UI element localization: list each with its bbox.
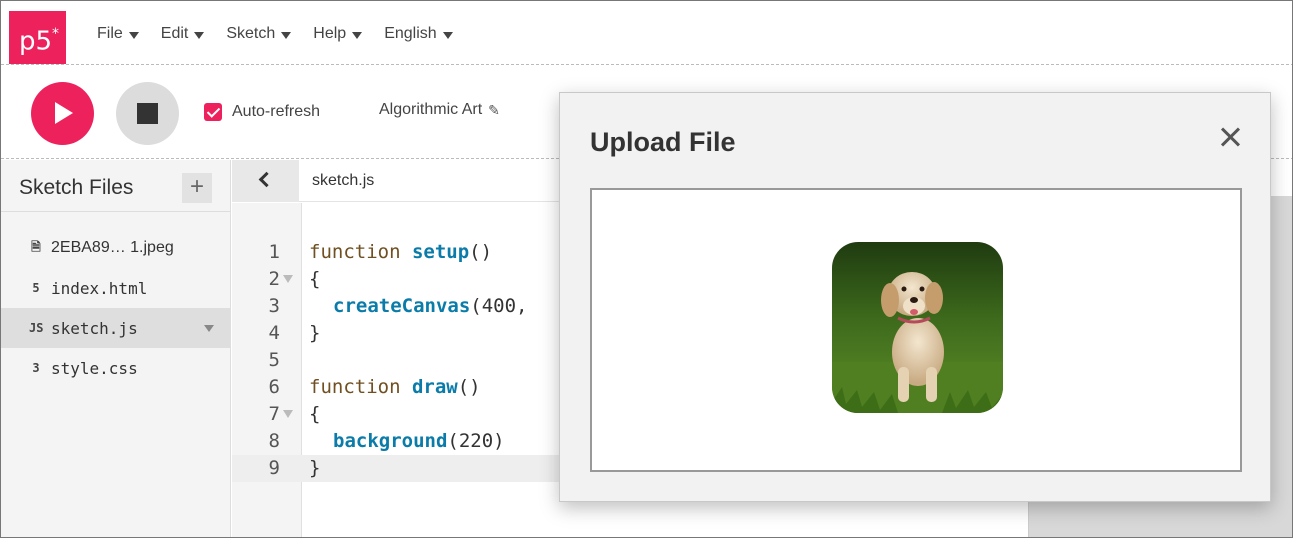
add-file-button[interactable]: + [182, 173, 212, 203]
line-number: 7 [268, 403, 280, 425]
function-name: setup [411, 241, 470, 263]
file-icon: 🗎 [31, 239, 41, 254]
pencil-icon[interactable]: ✎ [488, 102, 500, 119]
play-button[interactable] [31, 82, 94, 145]
code-rest: (400, [470, 295, 528, 317]
code-rest: () [469, 241, 493, 263]
menu-language-label: English [384, 25, 437, 42]
caret-down-icon [194, 31, 205, 39]
sidebar-title: Sketch Files [19, 176, 134, 199]
line-number: 5 [268, 349, 280, 371]
function-name: background [333, 430, 448, 452]
code-line: 3 createCanvas(400, [232, 293, 562, 320]
js-icon: JS [29, 321, 44, 335]
line-number: 4 [268, 322, 280, 344]
app-window: p5* File Edit Sketch Help English Auto-r… [0, 0, 1293, 538]
file-item-index-html[interactable]: 5 index.html [1, 268, 231, 308]
code-line: 6 function draw() [232, 374, 562, 401]
code-text: } [309, 457, 321, 479]
caret-down-icon [281, 31, 292, 39]
code-text: { [309, 268, 321, 290]
keyword: function [309, 241, 412, 263]
file-list: 🗎 2EBA89… 1.jpeg 5 index.html JS sketch.… [1, 228, 231, 388]
uploaded-image-thumbnail [832, 242, 1003, 413]
line-number: 8 [268, 430, 280, 452]
line-number: 9 [268, 457, 280, 479]
code-line: 8 background(220) [232, 428, 562, 455]
line-number: 2 [268, 268, 280, 290]
menu-file-label: File [97, 25, 123, 42]
play-icon [55, 102, 73, 124]
p5-logo[interactable]: p5* [9, 11, 66, 64]
logo-asterisk: * [52, 26, 60, 42]
file-name: 2EBA89… 1.jpeg [51, 239, 174, 256]
function-name: createCanvas [333, 295, 471, 317]
code-line-active: 9 } [232, 455, 562, 482]
file-name: style.css [51, 358, 138, 378]
sketch-files-sidebar: Sketch Files + 🗎 2EBA89… 1.jpeg 5 index.… [1, 160, 231, 537]
chevron-left-icon [258, 171, 275, 188]
caret-down-icon [442, 31, 453, 39]
code-text: function setup() [309, 239, 492, 266]
sidebar-header: Sketch Files + [1, 160, 231, 212]
stop-icon [137, 103, 158, 124]
line-number: 3 [268, 295, 280, 317]
function-name: draw [411, 376, 458, 398]
html-icon: 5 [32, 281, 40, 295]
code-line: 7 { [232, 401, 562, 428]
sketch-name-label: Algorithmic Art [379, 101, 483, 118]
auto-refresh-checkbox[interactable] [204, 103, 222, 121]
file-name: index.html [51, 278, 148, 298]
top-nav: p5* File Edit Sketch Help English [1, 1, 1292, 65]
dog-photo [832, 242, 1003, 413]
auto-refresh-toggle[interactable]: Auto-refresh [204, 103, 320, 121]
menu-sketch-label: Sketch [226, 25, 276, 42]
menu-help-label: Help [313, 25, 347, 42]
code-rest: () [457, 376, 481, 398]
code-rest: (220) [447, 430, 505, 452]
fold-arrow-icon[interactable] [283, 275, 293, 283]
code-text: } [309, 322, 321, 344]
menu-sketch[interactable]: Sketch [226, 25, 292, 43]
css-icon: 3 [32, 361, 40, 375]
code-line: 5 [232, 347, 562, 374]
file-item-jpeg[interactable]: 🗎 2EBA89… 1.jpeg [1, 228, 231, 268]
menu-file[interactable]: File [97, 25, 139, 43]
menu-edit[interactable]: Edit [161, 25, 205, 43]
code-text: function draw() [309, 374, 481, 401]
line-number: 6 [268, 376, 280, 398]
code-line: 1 function setup() [232, 239, 562, 266]
code-line: 4 } [232, 320, 562, 347]
editor-file-tab: sketch.js [312, 172, 375, 189]
close-icon[interactable] [1216, 123, 1246, 153]
caret-down-icon [352, 31, 363, 39]
code-text: createCanvas(400, [333, 293, 527, 320]
upload-file-modal: Upload File [559, 92, 1271, 502]
code-text: background(220) [333, 428, 505, 455]
fold-arrow-icon[interactable] [283, 410, 293, 418]
modal-title: Upload File [590, 127, 736, 157]
menu-help[interactable]: Help [313, 25, 363, 43]
file-dropzone[interactable] [590, 188, 1242, 472]
keyword: function [309, 376, 412, 398]
sketch-name[interactable]: Algorithmic Art ✎ [379, 101, 500, 119]
stop-button[interactable] [116, 82, 179, 145]
line-number: 1 [268, 241, 280, 263]
caret-down-icon [128, 31, 139, 39]
file-item-style-css[interactable]: 3 style.css [1, 348, 231, 388]
logo-text: p5 [19, 26, 53, 57]
code-text: { [309, 403, 321, 425]
collapse-sidebar-button[interactable] [232, 160, 299, 202]
file-item-sketch-js[interactable]: JS sketch.js [1, 308, 231, 348]
file-options-icon[interactable] [204, 325, 214, 332]
code-line: 2 { [232, 266, 562, 293]
editor-header: sketch.js [232, 160, 562, 202]
menu-edit-label: Edit [160, 25, 189, 42]
menu-bar: File Edit Sketch Help English [97, 25, 453, 43]
menu-language[interactable]: English [384, 25, 453, 43]
auto-refresh-label: Auto-refresh [232, 103, 321, 120]
file-name: sketch.js [51, 318, 138, 338]
